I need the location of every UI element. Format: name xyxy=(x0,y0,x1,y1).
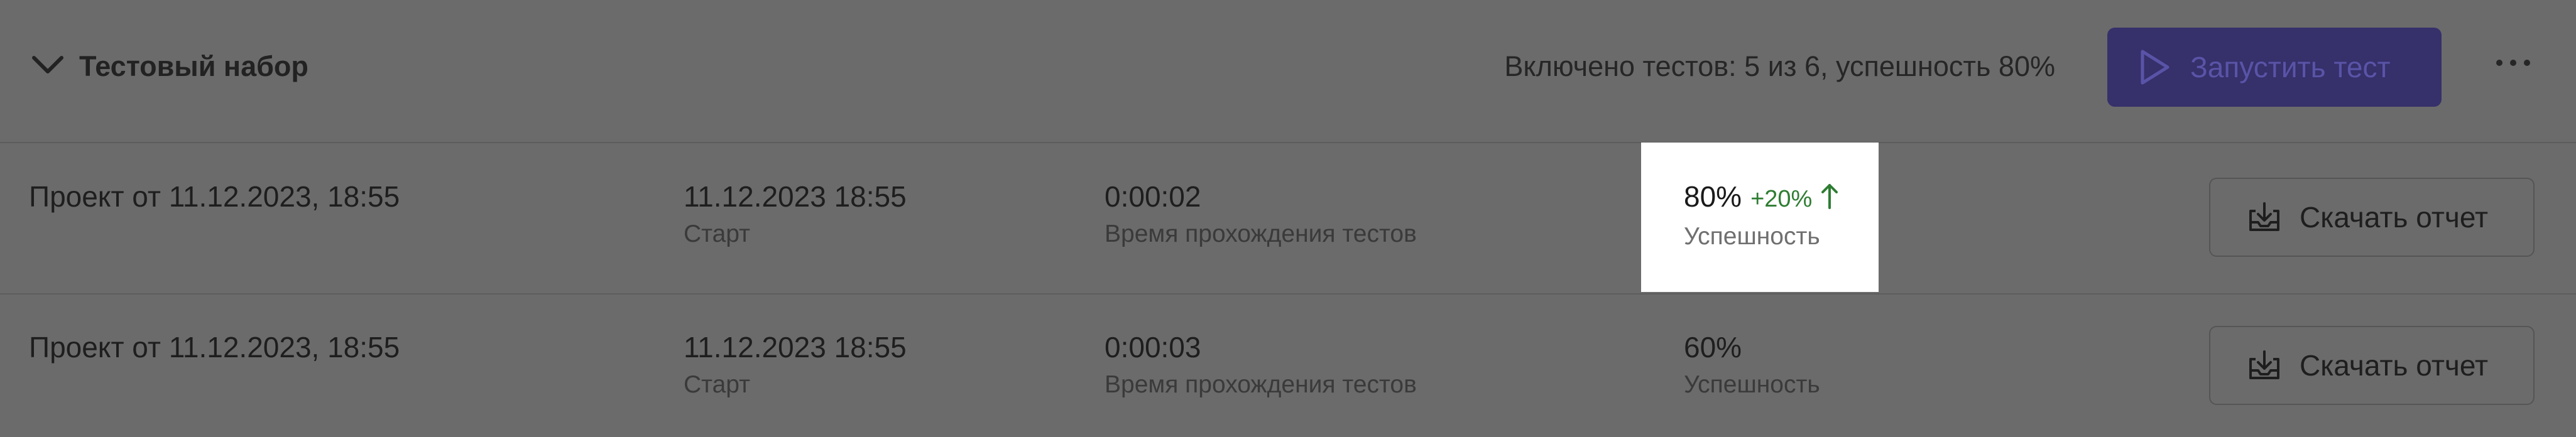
download-report-label: Скачать отчет xyxy=(2300,201,2489,234)
success-label: Успешность xyxy=(1684,371,1820,398)
more-horizontal-icon xyxy=(2496,60,2502,66)
chevron-down-icon[interactable] xyxy=(29,50,67,80)
suite-title: Тестовый набор xyxy=(79,50,308,82)
start-cell: 11.12.2023 18:55 Старт xyxy=(684,179,907,249)
success-value: 80% xyxy=(1684,180,1742,213)
start-label: Старт xyxy=(684,371,750,398)
suite-header: Тестовый набор Включено тестов: 5 из 6, … xyxy=(0,0,2576,143)
test-suite-panel: Тестовый набор Включено тестов: 5 из 6, … xyxy=(0,0,2576,437)
project-name: Проект от 11.12.2023, 18:55 xyxy=(29,180,400,213)
tests-summary: Включено тестов: 5 из 6, успешность 80% xyxy=(1504,50,2055,82)
success-cell: 60% Успешность xyxy=(1684,330,1820,400)
success-cell: 80% +20% Успешность xyxy=(1684,179,1838,252)
download-report-button[interactable]: Скачать отчет xyxy=(2209,178,2535,257)
start-cell: 11.12.2023 18:55 Старт xyxy=(684,330,907,400)
play-icon xyxy=(2141,50,2169,85)
run-test-button[interactable]: Запустить тест xyxy=(2107,28,2442,107)
duration-value: 0:00:03 xyxy=(1105,331,1201,364)
start-value: 11.12.2023 18:55 xyxy=(684,180,907,213)
success-value: 60% xyxy=(1684,331,1742,364)
download-report-label: Скачать отчет xyxy=(2300,349,2489,382)
more-dot xyxy=(2510,60,2516,66)
duration-label: Время прохождения тестов xyxy=(1105,220,1417,247)
duration-value: 0:00:02 xyxy=(1105,180,1201,213)
download-report-button[interactable]: Скачать отчет xyxy=(2209,326,2535,405)
project-name: Проект от 11.12.2023, 18:55 xyxy=(29,331,400,364)
arrow-up-icon xyxy=(1821,181,1838,217)
success-delta: +20% xyxy=(1750,186,1813,212)
start-value: 11.12.2023 18:55 xyxy=(684,331,907,364)
run-row: Проект от 11.12.2023, 18:55 11.12.2023 1… xyxy=(0,143,2576,294)
download-tray-icon xyxy=(2249,202,2279,231)
success-value-line: 80% +20% xyxy=(1684,179,1838,217)
more-options-button[interactable] xyxy=(2482,44,2545,82)
duration-label: Время прохождения тестов xyxy=(1105,371,1417,398)
start-label: Старт xyxy=(684,220,750,247)
more-dot xyxy=(2524,60,2530,66)
download-tray-icon xyxy=(2249,350,2279,379)
run-test-label: Запустить тест xyxy=(2190,51,2391,84)
duration-cell: 0:00:03 Время прохождения тестов xyxy=(1105,330,1417,400)
run-row: Проект от 11.12.2023, 18:55 11.12.2023 1… xyxy=(0,293,2576,437)
duration-cell: 0:00:02 Время прохождения тестов xyxy=(1105,179,1417,249)
success-label: Успешность xyxy=(1684,223,1820,250)
